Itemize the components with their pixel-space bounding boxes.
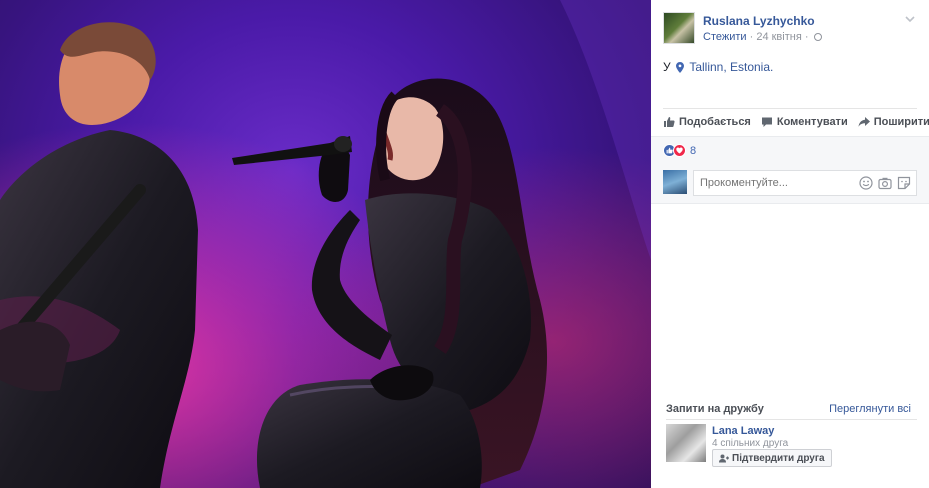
follow-link[interactable]: Стежити [703,31,747,43]
reactions-bar: 8 [651,136,929,164]
comment-input-tools [859,176,911,190]
friend-requests-header: Запити на дружбу Переглянути всі [666,403,917,417]
requester-avatar[interactable] [666,424,706,462]
concert-photo[interactable] [0,0,651,488]
post-header: Ruslana Lyzhychko Стежити · 24 квітня · [663,12,917,44]
location-pin-icon [675,62,684,73]
concert-photo-illustration [0,0,651,488]
friend-requests-divider [666,419,917,420]
reactions-summary[interactable]: 8 [663,144,696,157]
comment-label: Коментувати [776,116,848,128]
location-prefix: У [663,60,671,74]
photo-viewer: Ruslana Lyzhychko Стежити · 24 квітня · … [0,0,929,488]
location-link[interactable]: Tallinn, Estonia. [689,60,773,74]
add-friend-icon [719,454,729,462]
share-icon [858,117,870,127]
post-location: У Tallinn, Estonia. [663,60,773,74]
author-avatar[interactable] [663,12,695,44]
sticker-icon[interactable] [897,176,911,190]
meta-separator: · [746,31,757,43]
friend-requests-box: Запити на дружбу Переглянути всі Lana La… [651,394,929,488]
chevron-down-icon[interactable] [903,12,917,26]
post-side-panel: Ruslana Lyzhychko Стежити · 24 квітня · … [651,0,929,488]
reaction-count[interactable]: 8 [690,145,696,157]
see-all-link[interactable]: Переглянути всі [829,403,911,415]
comment-icon [761,117,772,127]
post-actions: Подобається Коментувати Поширити [663,113,929,131]
mutual-friends[interactable]: 4 спільних друга [712,438,788,449]
camera-icon[interactable] [878,176,892,190]
confirm-friend-button[interactable]: Підтвердити друга [712,449,832,467]
emoji-icon[interactable] [859,176,873,190]
meta-separator-2: · [801,31,812,43]
like-icon [664,117,675,127]
like-label: Подобається [679,116,751,128]
comment-composer [651,164,929,204]
post-date[interactable]: 24 квітня [756,31,801,43]
globe-icon[interactable] [813,33,822,41]
requester-name[interactable]: Lana Laway [712,425,774,437]
share-label: Поширити [873,116,929,128]
post-meta: Стежити · 24 квітня · [703,31,822,43]
author-name[interactable]: Ruslana Lyzhychko [703,14,815,28]
confirm-friend-label: Підтвердити друга [732,452,825,464]
actions-divider [663,108,917,109]
love-reaction-icon [673,144,686,157]
like-button[interactable]: Подобається [663,113,751,131]
share-button[interactable]: Поширити [858,113,929,131]
viewer-avatar [663,170,687,194]
friend-requests-title: Запити на дружбу [666,403,764,415]
comment-button[interactable]: Коментувати [761,113,848,131]
